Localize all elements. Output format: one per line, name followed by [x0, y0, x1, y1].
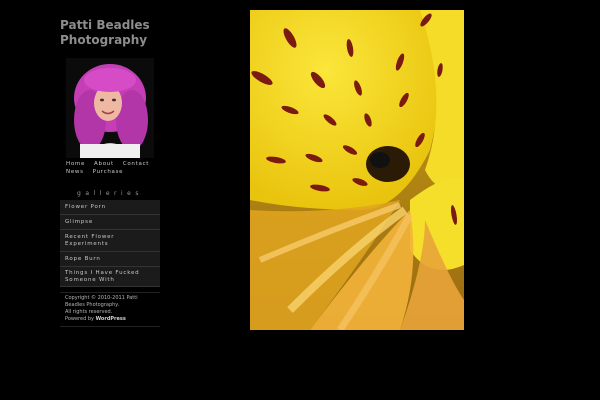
- gallery-list: Flower Porn Glimpse Recent Flower Experi…: [60, 200, 160, 287]
- footer-copyright: Copyright © 2010-2011 Patti Beadles Phot…: [65, 295, 138, 308]
- footer-powered-prefix: Powered by: [65, 316, 94, 322]
- site-title-line2: Photography: [60, 33, 148, 47]
- gallery-item-glimpse[interactable]: Glimpse: [60, 215, 160, 230]
- nav-home[interactable]: Home: [66, 161, 85, 167]
- galleries-heading: galleries: [77, 190, 143, 197]
- gallery-item-recent-flower-experiments[interactable]: Recent Flower Experiments: [60, 230, 160, 252]
- gallery-item-flower-porn[interactable]: Flower Porn: [60, 200, 160, 215]
- site-title-line1: Patti Beadles: [60, 18, 150, 32]
- footer: Copyright © 2010-2011 Patti Beadles Phot…: [60, 292, 160, 327]
- footer-powered: Powered by WordPress: [65, 316, 155, 323]
- site-title[interactable]: Patti Beadles Photography: [60, 18, 200, 48]
- wordpress-link[interactable]: WordPress: [96, 316, 126, 322]
- nav-purchase[interactable]: Purchase: [93, 169, 124, 175]
- top-nav: Home About Contact News Purchase: [66, 160, 166, 176]
- nav-news[interactable]: News: [66, 169, 84, 175]
- avatar: [66, 58, 154, 158]
- footer-rights: All rights reserved.: [65, 309, 113, 315]
- nav-contact[interactable]: Contact: [123, 161, 149, 167]
- gallery-item-rope-burn[interactable]: Rope Burn: [60, 252, 160, 267]
- gallery-item-things[interactable]: Things I Have Fucked Someone With: [60, 267, 160, 287]
- nav-about[interactable]: About: [94, 161, 114, 167]
- flower-photo[interactable]: [250, 10, 464, 330]
